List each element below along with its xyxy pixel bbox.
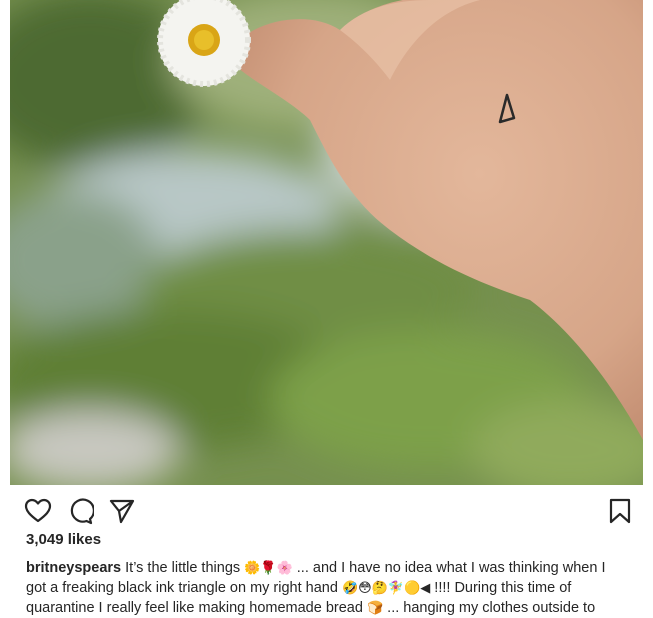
caption-text: ... and I have no idea what I was thinki… [296,560,606,576]
caption-text: quarantine I really feel like making hom… [26,600,363,616]
action-bar [0,485,653,535]
face-emojis: 🤣😳🤔🧚‍♀️🟡◀ [341,581,431,596]
bread-emoji: 🍞 [366,601,384,616]
bookmark-icon[interactable] [606,497,634,525]
caption-line: got a freaking black ink triangle on my … [26,578,636,598]
caption-text: It’s the little things [125,560,241,576]
heart-icon[interactable] [24,497,52,525]
caption-line: quarantine I really feel like making hom… [26,598,636,618]
caption-text: ... hanging my clothes outside to [387,600,596,616]
username-link[interactable]: britneyspears [26,560,121,576]
post-caption: britneyspears It’s the little things 🌼🌹🌸… [26,558,636,618]
like-count[interactable]: 3,049 likes [26,531,101,548]
caption-text: got a freaking black ink triangle on my … [26,580,338,596]
caption-line: britneyspears It’s the little things 🌼🌹🌸… [26,558,636,578]
paper-plane-icon[interactable] [108,497,136,525]
caption-text: !!!! During this time of [434,580,572,596]
flower-emojis: 🌼🌹🌸 [244,561,293,576]
post-image[interactable] [10,0,643,485]
comment-bubble-icon[interactable] [66,497,94,525]
